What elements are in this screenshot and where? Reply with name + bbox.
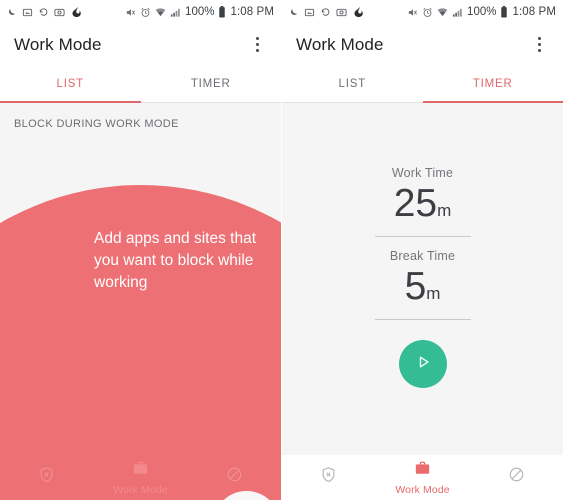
- start-timer-button[interactable]: [398, 340, 447, 388]
- timer-content-area: Work Time 25m Break Time 5m Work Mode: [282, 104, 563, 500]
- wifi-icon: [155, 7, 166, 18]
- bottom-nav-right: Work Mode: [282, 455, 563, 500]
- alarm-icon: [422, 7, 433, 18]
- signal-icon: [452, 7, 463, 18]
- moon-icon: [6, 7, 17, 18]
- tab-bar-right: LIST TIMER: [282, 65, 563, 103]
- work-time-value: 25m: [375, 181, 471, 234]
- tab-list-label: LIST: [56, 77, 84, 90]
- bottom-nav-item-block[interactable]: [282, 455, 376, 500]
- shield-x-icon: [38, 466, 55, 488]
- bottom-nav-item-disable[interactable]: [469, 455, 563, 500]
- tab-timer[interactable]: TIMER: [422, 65, 563, 103]
- wifi-icon: [437, 7, 448, 18]
- app-bar-left: Work Mode: [0, 24, 281, 65]
- tab-list[interactable]: LIST: [0, 65, 141, 103]
- app-badge-icon: [352, 6, 364, 18]
- status-bar-right-icons: 100% 1:08 PM: [125, 6, 274, 18]
- work-time-unit: m: [437, 201, 452, 220]
- bottom-nav-left: Work Mode: [0, 455, 281, 500]
- briefcase-icon: [132, 460, 149, 482]
- work-time-field[interactable]: Work Time 25m: [374, 166, 471, 237]
- tab-list[interactable]: LIST: [282, 65, 423, 102]
- battery-full-icon: [218, 6, 226, 18]
- phone-screen-timer: 100% 1:08 PM Work Mode LIST TIMER Work T…: [282, 0, 563, 500]
- bottom-nav-item-disable[interactable]: [187, 455, 281, 500]
- play-icon: [414, 353, 432, 376]
- list-content-area: BLOCK DURING WORK MODE Add apps and site…: [0, 104, 281, 500]
- status-bar-left: 100% 1:08 PM: [0, 0, 281, 24]
- briefcase-icon: [414, 460, 431, 482]
- alarm-icon: [140, 7, 151, 18]
- page-title: Work Mode: [14, 34, 102, 54]
- tab-list-label: LIST: [338, 77, 366, 90]
- break-time-unit: m: [426, 284, 441, 303]
- circle-slash-icon: [226, 466, 243, 488]
- bottom-nav-item-work-mode[interactable]: Work Mode: [94, 455, 188, 500]
- battery-percent-label: 100%: [185, 6, 215, 18]
- phone-screen-list: 100% 1:08 PM Work Mode LIST TIMER BLOCK …: [0, 0, 281, 500]
- mute-icon: [125, 7, 136, 18]
- tab-bar-left: LIST TIMER: [0, 65, 281, 103]
- status-bar-right-left-icons: [288, 6, 407, 18]
- break-time-underline: [374, 319, 471, 320]
- signal-icon: [170, 7, 181, 18]
- tab-timer[interactable]: TIMER: [141, 65, 282, 102]
- work-time-underline: [374, 236, 471, 237]
- dual-screenshot-container: 100% 1:08 PM Work Mode LIST TIMER BLOCK …: [0, 0, 563, 500]
- status-bar-right: 100% 1:08 PM: [282, 0, 563, 24]
- page-title: Work Mode: [296, 34, 384, 54]
- status-bar-clock: 1:08 PM: [512, 6, 556, 18]
- screenshot-icon: [22, 7, 33, 18]
- break-time-label: Break Time: [389, 249, 456, 263]
- overflow-menu-icon[interactable]: [246, 32, 268, 58]
- status-bar-right-right-icons: 100% 1:08 PM: [407, 6, 556, 18]
- work-time-number: 25: [393, 182, 438, 225]
- overflow-menu-icon[interactable]: [528, 32, 550, 58]
- empty-state-text: Add apps and sites that you want to bloc…: [94, 230, 257, 291]
- bottom-nav-item-block[interactable]: [0, 455, 94, 500]
- record-icon: [336, 7, 347, 18]
- work-time-label: Work Time: [391, 166, 454, 180]
- status-bar-clock: 1:08 PM: [230, 6, 274, 18]
- rotate-icon: [38, 7, 49, 18]
- app-badge-icon: [70, 6, 82, 18]
- shield-x-icon: [320, 466, 337, 488]
- status-bar-left-icons: [6, 6, 125, 18]
- record-icon: [54, 7, 65, 18]
- bottom-nav-label-work-mode: Work Mode: [395, 483, 450, 496]
- app-bar-right: Work Mode: [282, 24, 563, 65]
- screenshot-icon: [304, 7, 315, 18]
- tab-timer-label: TIMER: [190, 77, 231, 90]
- break-time-number: 5: [404, 265, 427, 308]
- bottom-nav-item-work-mode[interactable]: Work Mode: [376, 455, 470, 500]
- battery-percent-label: 100%: [467, 6, 497, 18]
- break-time-field[interactable]: Break Time 5m: [374, 249, 471, 320]
- rotate-icon: [320, 7, 331, 18]
- mute-icon: [407, 7, 418, 18]
- tab-timer-label: TIMER: [472, 77, 513, 90]
- section-header: BLOCK DURING WORK MODE: [14, 118, 179, 130]
- circle-slash-icon: [508, 466, 525, 488]
- break-time-value: 5m: [375, 264, 471, 317]
- bottom-nav-label-work-mode: Work Mode: [113, 483, 168, 496]
- moon-icon: [288, 7, 299, 18]
- battery-full-icon: [500, 6, 508, 18]
